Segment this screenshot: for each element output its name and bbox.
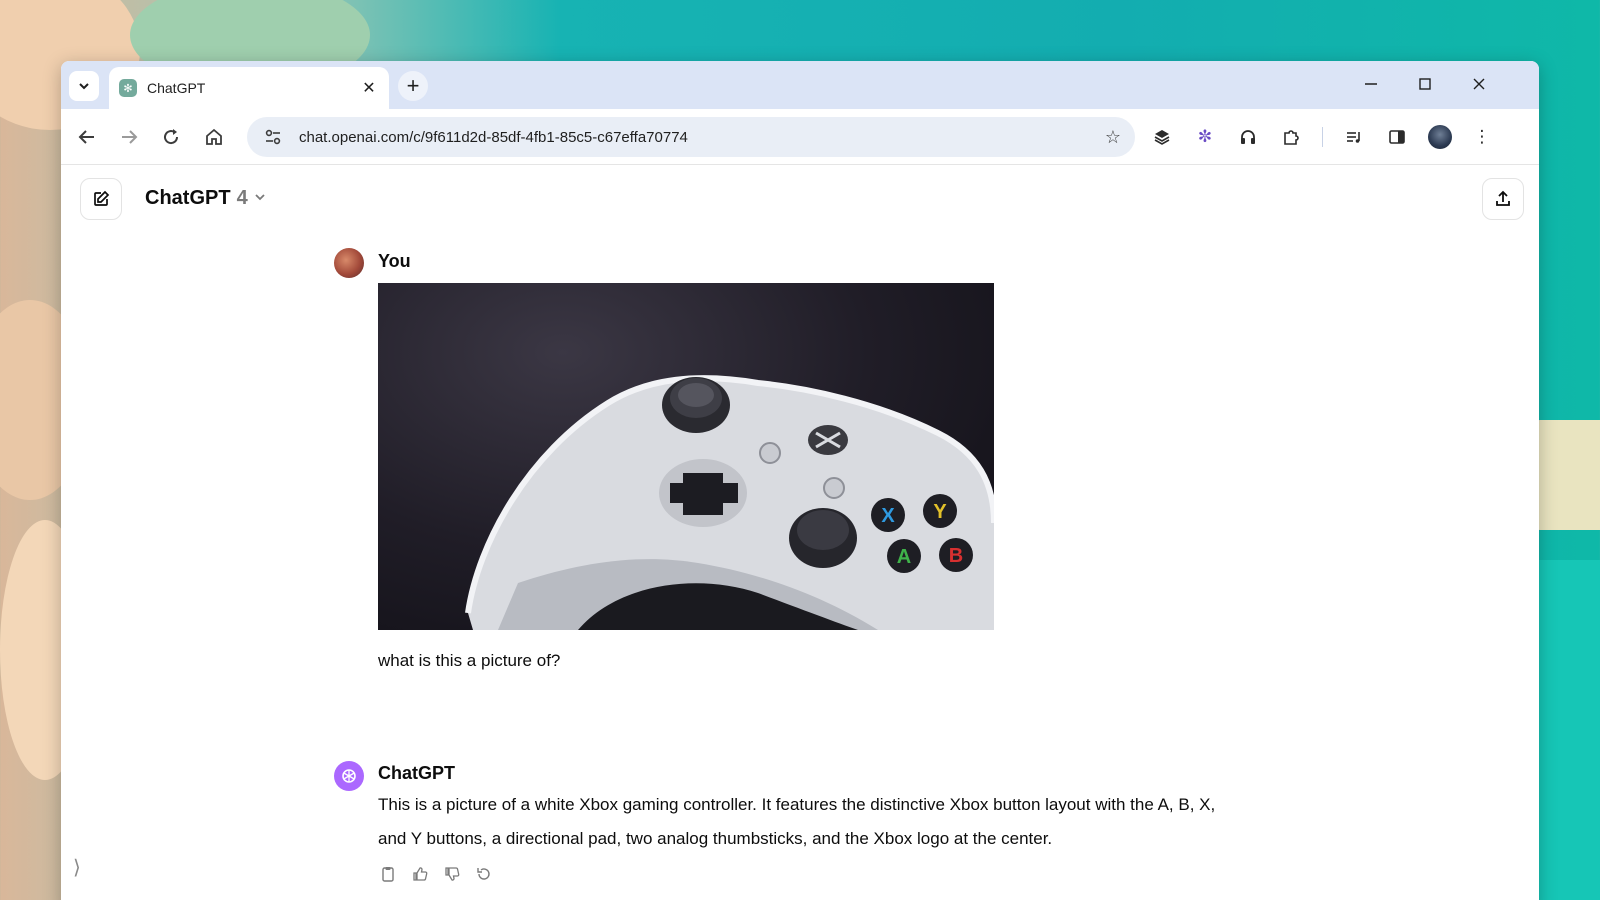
reload-icon xyxy=(164,129,179,145)
home-button[interactable] xyxy=(200,123,228,151)
svg-text:Y: Y xyxy=(933,501,947,523)
svg-text:X: X xyxy=(881,505,895,527)
back-arrow-icon xyxy=(78,130,94,144)
star-icon[interactable]: ☆ xyxy=(1105,127,1121,148)
kebab-menu-icon[interactable]: ⋮ xyxy=(1468,123,1496,151)
profile-avatar[interactable] xyxy=(1426,123,1454,151)
browser-window: ✻ ChatGPT ✕ + chat.openai.com/c/9f611d2d… xyxy=(61,61,1539,900)
close-tab-button[interactable]: ✕ xyxy=(359,78,379,98)
tab-title: ChatGPT xyxy=(147,80,206,96)
new-chat-button[interactable] xyxy=(80,178,122,220)
regenerate-icon[interactable] xyxy=(475,865,493,883)
assistant-message-text: This is a picture of a white Xbox gaming… xyxy=(378,795,1216,848)
user-message-text: what is this a picture of? xyxy=(378,651,561,670)
tab-strip: ✻ ChatGPT ✕ + xyxy=(61,61,1539,109)
close-window-button[interactable] xyxy=(1459,69,1499,99)
response-actions xyxy=(379,865,493,883)
chevron-down-icon xyxy=(79,83,89,90)
svg-text:B: B xyxy=(949,545,963,567)
minimize-icon xyxy=(1365,83,1377,85)
thumbs-down-icon[interactable] xyxy=(443,865,461,883)
openai-logo-icon: ✻ xyxy=(119,79,137,97)
close-icon xyxy=(1473,78,1485,90)
tab-chatgpt[interactable]: ✻ ChatGPT ✕ xyxy=(109,67,389,109)
uploaded-image[interactable]: X Y A B xyxy=(378,283,994,630)
media-icon[interactable] xyxy=(1340,123,1368,151)
chevron-down-icon xyxy=(254,191,266,206)
new-tab-button[interactable]: + xyxy=(398,71,428,101)
layers-icon[interactable] xyxy=(1148,123,1176,151)
share-icon xyxy=(1496,190,1510,206)
maximize-button[interactable] xyxy=(1405,69,1445,99)
forward-arrow-icon xyxy=(122,130,138,144)
browser-toolbar: chat.openai.com/c/9f611d2d-85df-4fb1-85c… xyxy=(61,109,1539,165)
chatgpt-avatar xyxy=(334,761,364,791)
chatgpt-page: ChatGPT 4 You X Y A B what is this a pic… xyxy=(61,165,1539,900)
user-avatar xyxy=(334,248,364,278)
message-author: ChatGPT xyxy=(378,763,456,783)
headphones-icon[interactable] xyxy=(1234,123,1262,151)
tab-search-button[interactable] xyxy=(69,71,99,101)
forward-button[interactable] xyxy=(115,123,143,151)
maximize-icon xyxy=(1419,78,1431,90)
sidebar-toggle-button[interactable]: ⟩ xyxy=(73,855,81,880)
back-button[interactable] xyxy=(73,123,101,151)
tune-icon[interactable] xyxy=(261,125,285,149)
reload-button[interactable] xyxy=(157,123,185,151)
home-icon xyxy=(206,128,222,145)
share-button[interactable] xyxy=(1482,178,1524,220)
url-text[interactable]: chat.openai.com/c/9f611d2d-85df-4fb1-85c… xyxy=(299,129,1105,146)
svg-text:A: A xyxy=(897,546,911,568)
model-name: ChatGPT xyxy=(145,187,231,209)
toolbar-separator xyxy=(1322,127,1323,147)
thumbs-up-icon[interactable] xyxy=(411,865,429,883)
puzzle-icon[interactable] xyxy=(1277,123,1305,151)
side-panel-icon[interactable] xyxy=(1383,123,1411,151)
model-version: 4 xyxy=(236,187,248,209)
address-bar[interactable]: chat.openai.com/c/9f611d2d-85df-4fb1-85c… xyxy=(247,117,1135,157)
copy-icon[interactable] xyxy=(379,865,397,883)
asterisk-icon[interactable]: ✼ xyxy=(1191,123,1219,151)
model-selector[interactable]: ChatGPT 4 xyxy=(145,187,266,210)
message-author: You xyxy=(378,251,411,271)
xbox-controller-illustration: X Y A B xyxy=(465,375,994,630)
openai-logo-icon xyxy=(342,769,356,783)
minimize-button[interactable] xyxy=(1351,69,1391,99)
edit-icon xyxy=(94,190,110,206)
